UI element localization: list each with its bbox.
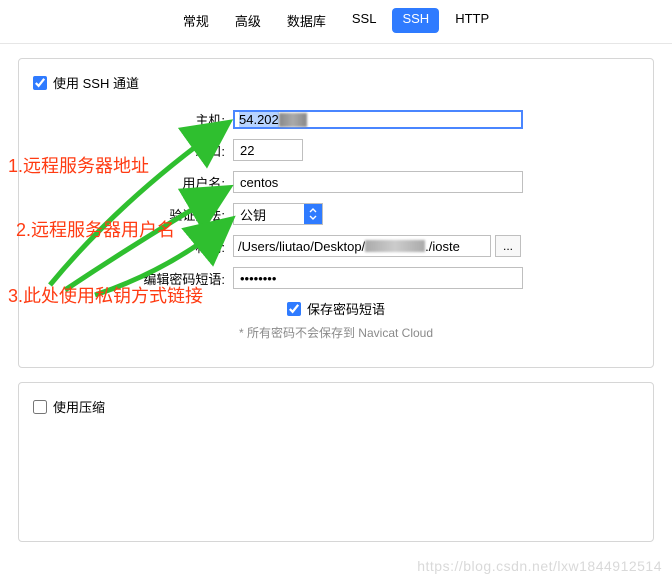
passphrase-label: 编辑密码短语: bbox=[33, 269, 233, 288]
private-key-value: /Users/liutao/Desktop/ bbox=[238, 239, 365, 254]
host-value: 54.202 bbox=[239, 112, 279, 127]
host-input[interactable]: 54.202 bbox=[233, 110, 523, 129]
key-label: 私钥: bbox=[33, 237, 233, 256]
ssh-panel: 使用 SSH 通道 主机: 54.202 端口: 用户名: 验证方法: 公钥 bbox=[18, 58, 654, 368]
save-passphrase-checkbox[interactable] bbox=[287, 302, 301, 316]
auth-label: 验证方法: bbox=[33, 205, 233, 224]
key-blurred bbox=[365, 240, 425, 252]
username-input[interactable] bbox=[233, 171, 523, 193]
save-passphrase-label: 保存密码短语 bbox=[307, 299, 385, 318]
use-compress-checkbox[interactable] bbox=[33, 400, 47, 414]
compress-panel: 使用压缩 bbox=[18, 382, 654, 542]
passphrase-input[interactable] bbox=[233, 267, 523, 289]
tab-http[interactable]: HTTP bbox=[445, 8, 499, 33]
use-ssh-checkbox[interactable] bbox=[33, 76, 47, 90]
port-input[interactable] bbox=[233, 139, 303, 161]
private-key-input[interactable]: /Users/liutao/Desktop/./ioste bbox=[233, 235, 491, 257]
use-ssh-label: 使用 SSH 通道 bbox=[53, 73, 139, 92]
tab-advanced[interactable]: 高级 bbox=[225, 8, 271, 33]
cloud-note: * 所有密码不会保存到 Navicat Cloud bbox=[33, 324, 639, 341]
auth-method-value: 公钥 bbox=[234, 205, 304, 224]
host-blurred bbox=[279, 113, 307, 127]
chevron-updown-icon bbox=[304, 204, 322, 224]
watermark: https://blog.csdn.net/lxw1844912514 bbox=[417, 558, 662, 574]
port-label: 端口: bbox=[33, 141, 233, 160]
tab-general[interactable]: 常规 bbox=[173, 8, 219, 33]
tab-ssl[interactable]: SSL bbox=[342, 8, 387, 33]
user-label: 用户名: bbox=[33, 173, 233, 192]
tab-ssh[interactable]: SSH bbox=[392, 8, 439, 33]
auth-method-select[interactable]: 公钥 bbox=[233, 203, 323, 225]
tab-bar: 常规 高级 数据库 SSL SSH HTTP bbox=[0, 0, 672, 44]
tab-database[interactable]: 数据库 bbox=[277, 8, 336, 33]
browse-key-button[interactable]: ... bbox=[495, 235, 521, 257]
host-label: 主机: bbox=[33, 110, 233, 129]
use-compress-label: 使用压缩 bbox=[53, 397, 105, 416]
